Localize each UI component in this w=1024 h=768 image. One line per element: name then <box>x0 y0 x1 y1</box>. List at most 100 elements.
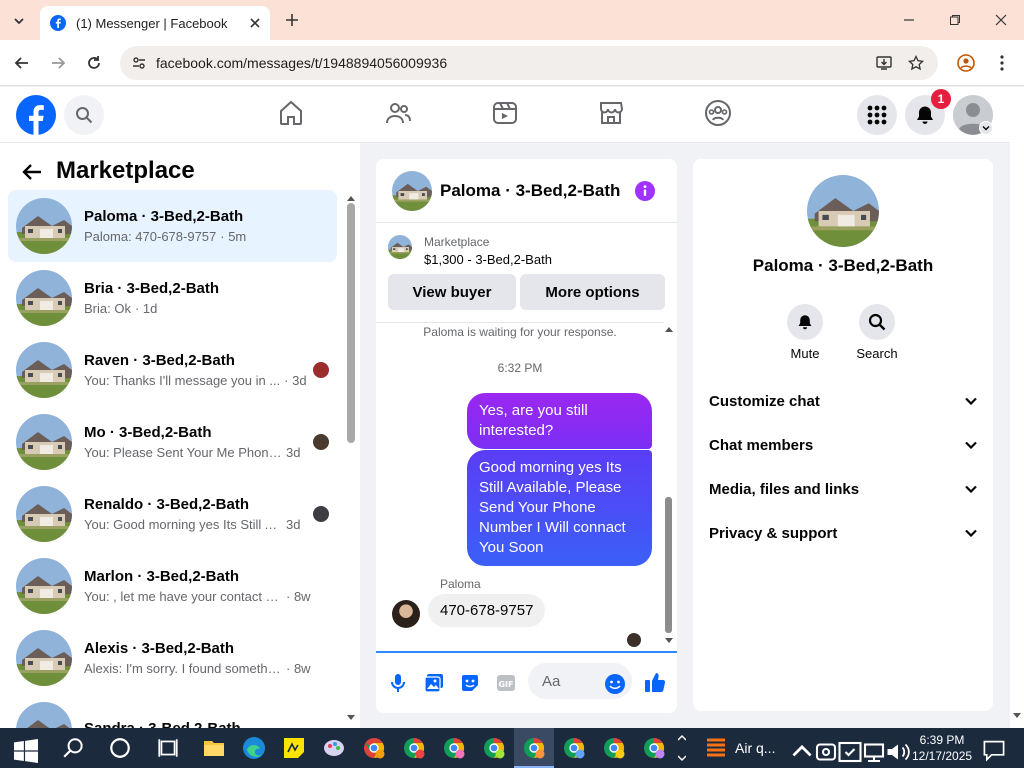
network-icon[interactable] <box>862 740 886 764</box>
mute-button[interactable]: Mute <box>775 304 835 361</box>
edge-icon[interactable] <box>242 736 266 760</box>
chrome-profile-icon[interactable] <box>362 736 386 760</box>
address-bar[interactable]: facebook.com/messages/t/1948894056009936 <box>120 46 938 80</box>
chevron-up-icon[interactable] <box>790 740 814 764</box>
scroll-up-arrow-icon[interactable] <box>665 326 673 332</box>
bookmark-star-icon[interactable] <box>908 55 924 71</box>
conversation-item[interactable]: Alexis · 3-Bed,2-Bath Alexis: I'm sorry. … <box>8 622 337 694</box>
conversation-time: · 3d <box>284 373 307 388</box>
chrome-profile-icon[interactable] <box>602 736 626 760</box>
search-button[interactable] <box>64 95 104 135</box>
friends-icon[interactable] <box>384 99 412 127</box>
conversation-time: · 8w <box>286 661 311 676</box>
more-options-button[interactable]: More options <box>520 274 665 310</box>
account-chevron[interactable] <box>979 121 993 135</box>
chevron-down-icon <box>14 18 24 25</box>
weather-air-quality-icon[interactable] <box>704 736 728 760</box>
browser-menu-button[interactable] <box>990 52 1014 74</box>
notifications-button[interactable]: 1 <box>905 89 951 135</box>
chat-avatar[interactable] <box>392 170 432 211</box>
sticky-notes-icon[interactable] <box>282 736 306 760</box>
cortana-icon[interactable] <box>108 736 132 760</box>
conversation-item[interactable]: Raven · 3-Bed,2-Bath You: Thanks I'll mes… <box>8 334 337 406</box>
conversation-item[interactable]: Bria · 3-Bed,2-Bath Bria: Ok · 1d <box>8 262 337 334</box>
house-thumbnail-icon <box>16 702 72 728</box>
chat-title[interactable]: Paloma · 3-Bed,2-Bath <box>440 181 620 201</box>
marketplace-icon[interactable] <box>598 99 624 127</box>
install-app-icon[interactable] <box>876 55 892 71</box>
sent-message[interactable]: Good morning yes Its Still Available, Pl… <box>467 450 652 566</box>
volume-icon[interactable] <box>886 740 910 764</box>
back-button[interactable] <box>10 52 34 74</box>
site-info-icon[interactable] <box>132 56 146 70</box>
chrome-profile-icon[interactable] <box>522 736 546 760</box>
conversation-name: Bria · 3-Bed,2-Bath <box>84 280 220 297</box>
conversation-item[interactable]: Renaldo · 3-Bed,2-Bath You: Good morning … <box>8 478 337 550</box>
tab-search-button[interactable] <box>8 10 30 32</box>
weather-widget-text[interactable]: Air q... <box>735 740 775 756</box>
reload-button[interactable] <box>82 52 106 74</box>
back-arrow-icon[interactable] <box>22 163 42 181</box>
forward-button[interactable] <box>46 52 70 74</box>
microphone-icon[interactable] <box>390 673 406 693</box>
facebook-logo-icon[interactable] <box>16 95 56 135</box>
groups-icon[interactable] <box>704 99 732 127</box>
action-center-icon[interactable] <box>982 738 1006 762</box>
chrome-profile-icon[interactable] <box>562 736 586 760</box>
emoji-icon[interactable] <box>604 673 626 695</box>
thumbs-up-icon[interactable] <box>644 671 666 693</box>
gif-icon[interactable]: GIF <box>496 673 516 693</box>
chrome-profile-icon[interactable] <box>402 736 426 760</box>
close-window-button[interactable] <box>990 10 1012 30</box>
taskbar-scroll-icon[interactable] <box>678 734 686 762</box>
security-icon[interactable] <box>838 740 862 764</box>
chat-members-section[interactable]: Chat members <box>709 427 977 463</box>
search-icon[interactable] <box>62 736 86 760</box>
chrome-profile-icon[interactable] <box>482 736 506 760</box>
page-scrollbar[interactable] <box>1010 87 1024 728</box>
maximize-window-button[interactable] <box>944 10 966 30</box>
video-icon[interactable] <box>492 99 518 127</box>
meet-now-icon[interactable] <box>814 740 838 764</box>
info-icon[interactable] <box>635 181 655 201</box>
chat-scrollbar-thumb[interactable] <box>665 497 672 633</box>
conversation-thumbnail <box>16 414 72 470</box>
menu-button[interactable] <box>857 95 897 135</box>
conversation-item[interactable]: Mo · 3-Bed,2-Bath You: Please Sent Your M… <box>8 406 337 478</box>
task-view-icon[interactable] <box>156 736 180 760</box>
windows-start-icon[interactable] <box>14 739 38 763</box>
conversation-item[interactable]: Marlon · 3-Bed,2-Bath You: , let me have … <box>8 550 337 622</box>
conversation-item[interactable]: Paloma · 3-Bed,2-Bath Paloma: 470-678-975… <box>8 190 337 262</box>
profile-button[interactable] <box>954 52 978 74</box>
media-files-links-section[interactable]: Media, files and links <box>709 471 977 507</box>
file-explorer-icon[interactable] <box>202 736 226 760</box>
search-in-chat-button[interactable]: Search <box>847 304 907 361</box>
grid-menu-icon <box>867 105 887 125</box>
scrollbar-thumb[interactable] <box>347 203 355 443</box>
customize-chat-section[interactable]: Customize chat <box>709 383 977 419</box>
new-tab-button[interactable] <box>282 10 302 30</box>
received-message[interactable]: 470-678-9757 <box>428 594 546 627</box>
conversation-item[interactable]: Sandra · 3-Bed,2-Bath <box>8 694 337 728</box>
chrome-profile-icon[interactable] <box>442 736 466 760</box>
sender-avatar[interactable] <box>392 600 420 628</box>
browser-tab-active[interactable]: (1) Messenger | Facebook <box>40 6 270 40</box>
scroll-down-arrow-icon[interactable] <box>347 715 355 721</box>
account-button[interactable] <box>953 95 993 135</box>
sent-message[interactable]: Yes, are you still interested? <box>467 393 652 449</box>
view-buyer-button[interactable]: View buyer <box>388 274 516 310</box>
sticker-icon[interactable] <box>460 673 480 693</box>
close-tab-icon[interactable] <box>250 18 260 28</box>
minimize-window-button[interactable] <box>898 10 920 30</box>
privacy-support-section[interactable]: Privacy & support <box>709 515 977 551</box>
scroll-down-arrow-icon[interactable] <box>1013 713 1021 719</box>
scroll-up-arrow-icon[interactable] <box>347 195 355 201</box>
chat-header[interactable]: Paloma · 3-Bed,2-Bath <box>376 159 677 223</box>
photo-icon[interactable] <box>424 673 444 693</box>
scroll-down-arrow-icon[interactable] <box>665 638 673 644</box>
system-clock[interactable]: 6:39 PM 12/17/2025 <box>912 732 972 764</box>
listing-thumbnail[interactable] <box>388 235 412 259</box>
home-icon[interactable] <box>278 99 304 127</box>
paint-app-icon[interactable] <box>322 736 346 760</box>
chrome-profile-icon[interactable] <box>642 736 666 760</box>
